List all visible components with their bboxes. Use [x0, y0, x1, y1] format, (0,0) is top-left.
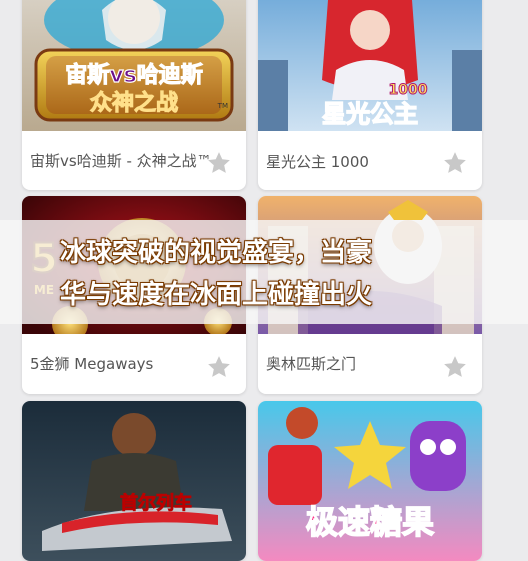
headline-line-1: 冰球突破的视觉盛宴，当豪 [60, 238, 373, 268]
game-title[interactable]: 奥林匹斯之门 [266, 354, 356, 374]
headline-overlay: 冰球突破的视觉盛宴，当豪 华与速度在冰面上碰撞出火 [60, 232, 480, 316]
headline-line-2: 华与速度在冰面上碰撞出火 [60, 280, 373, 310]
thumb-title-line2: 众神之战 [90, 90, 178, 116]
favorite-star-icon[interactable] [206, 150, 232, 176]
game-title[interactable]: 宙斯vs哈迪斯 - 众神之战™ [30, 152, 230, 170]
thumb-title-line1: 宙斯vs哈迪斯 [65, 62, 202, 88]
favorite-star-icon[interactable] [206, 354, 232, 380]
thumb-title-line1: 星光公主 [322, 100, 418, 128]
game-thumbnail[interactable]: 宙斯vs哈迪斯 众神之战 TM [22, 0, 246, 131]
game-title[interactable]: 5金狮 Megaways [30, 354, 153, 374]
thumb-title-line1: 极速糖果 [306, 503, 434, 541]
favorite-star-icon[interactable] [442, 150, 468, 176]
favorite-star-icon[interactable] [442, 354, 468, 380]
thumb-title-line1: 首尔列车 [120, 492, 192, 514]
thumb-badge: 1000 [389, 82, 428, 98]
game-thumbnail[interactable]: 1000 星光公主 [258, 0, 482, 131]
thumb-trademark: TM [217, 102, 228, 110]
game-thumbnail[interactable]: 首尔列车 [22, 401, 246, 561]
game-card-zeus-vs-hades[interactable]: 宙斯vs哈迪斯 众神之战 TM 宙斯vs哈迪斯 - 众神之战™ [22, 0, 246, 190]
game-thumbnail[interactable]: 极速糖果 [258, 401, 482, 561]
game-card-seoul-train[interactable]: 首尔列车 [22, 401, 246, 561]
game-card-starlight-princess[interactable]: 1000 星光公主 星光公主 1000 [258, 0, 482, 190]
game-title[interactable]: 星光公主 1000 [266, 152, 369, 172]
game-card-sweet-speed[interactable]: 极速糖果 [258, 401, 482, 561]
